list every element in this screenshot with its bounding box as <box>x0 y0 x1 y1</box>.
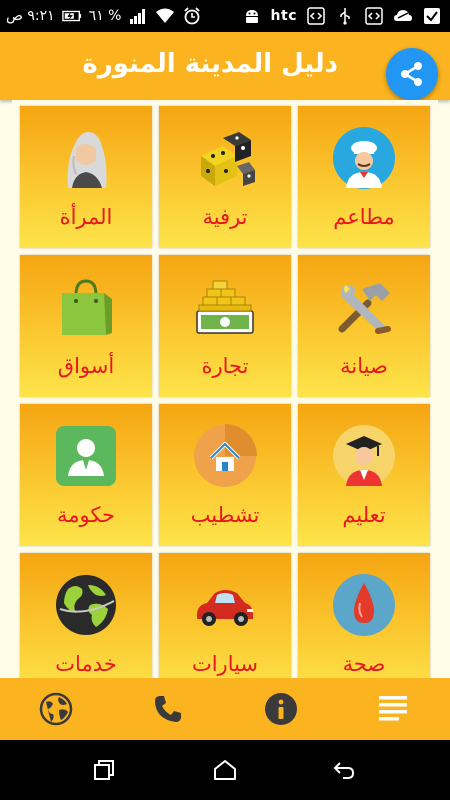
tile-label: خدمات <box>55 652 117 676</box>
tile-commerce[interactable]: تجارة <box>159 255 291 397</box>
tile-label: المرأة <box>59 205 113 229</box>
info-icon <box>265 693 297 725</box>
recent-apps-button[interactable] <box>74 740 134 800</box>
menu-icon <box>379 696 407 721</box>
share-button[interactable] <box>386 48 438 100</box>
car-icon <box>193 573 257 637</box>
tools-icon <box>332 275 396 339</box>
tile-entertainment[interactable]: ترفية <box>159 106 291 248</box>
home-icon <box>214 760 236 780</box>
category-grid: مطاعم ترفية المرأة صيانة تجارة أسواق تعل… <box>12 100 438 695</box>
tile-markets[interactable]: أسواق <box>20 255 152 397</box>
carrier-label: htc <box>270 8 297 24</box>
status-right: htc <box>242 0 442 32</box>
signal-icon <box>128 6 148 26</box>
battery-percent: ٦١ % <box>88 8 122 24</box>
woman-icon <box>54 126 118 190</box>
back-icon <box>333 762 355 779</box>
tile-women[interactable]: المرأة <box>20 106 152 248</box>
globe-icon <box>39 692 73 726</box>
usb-icon <box>335 6 355 26</box>
recent-apps-icon <box>94 760 114 780</box>
tile-label: صحة <box>342 652 386 676</box>
home-icon <box>193 424 257 488</box>
tile-label: تعليم <box>342 503 386 527</box>
globe-icon <box>54 573 118 637</box>
tile-restaurants[interactable]: مطاعم <box>298 106 430 248</box>
tile-cars[interactable]: سيارات <box>159 553 291 695</box>
android-icon <box>242 6 262 26</box>
check-icon <box>422 6 442 26</box>
page-title: دليل المدينة المنورة <box>82 49 338 79</box>
blood-drop-icon <box>332 573 396 637</box>
bottom-bar <box>0 678 450 740</box>
tile-label: حكومة <box>57 503 115 527</box>
code-icon <box>306 6 326 26</box>
tile-label: سيارات <box>191 652 259 676</box>
tile-label: صيانة <box>340 354 388 378</box>
tile-label: مطاعم <box>333 205 395 229</box>
info-button[interactable] <box>246 678 316 740</box>
tile-label: أسواق <box>57 354 115 378</box>
tile-finishing[interactable]: تشطيب <box>159 404 291 546</box>
system-nav-bar <box>0 740 450 800</box>
chef-icon <box>332 126 396 190</box>
home-nav-button[interactable] <box>195 740 255 800</box>
back-button[interactable] <box>314 740 374 800</box>
tile-label: تشطيب <box>190 503 260 527</box>
money-icon <box>193 275 257 339</box>
status-bar: ٩:٢١ ص ٦١ % htc <box>0 0 450 32</box>
tile-education[interactable]: تعليم <box>298 404 430 546</box>
status-left: ٩:٢١ ص ٦١ % <box>6 0 202 32</box>
graduate-icon <box>332 424 396 488</box>
cloud-icon <box>393 6 413 26</box>
tile-label: ترفية <box>202 205 248 229</box>
share-icon <box>401 62 422 86</box>
tile-health[interactable]: صحة <box>298 553 430 695</box>
phone-icon <box>155 696 181 722</box>
tile-label: تجارة <box>201 354 249 378</box>
government-icon <box>54 424 118 488</box>
phone-button[interactable] <box>133 678 203 740</box>
shopping-bag-icon <box>54 275 118 339</box>
app-bar: دليل المدينة المنورة <box>0 32 450 100</box>
menu-button[interactable] <box>358 678 428 740</box>
clock: ٩:٢١ ص <box>6 8 55 24</box>
code-icon-2 <box>364 6 384 26</box>
tile-services[interactable]: خدمات <box>20 553 152 695</box>
wifi-icon <box>155 6 175 26</box>
battery-icon <box>61 6 82 26</box>
globe-button[interactable] <box>21 678 91 740</box>
dice-icon <box>193 126 257 190</box>
tile-maintenance[interactable]: صيانة <box>298 255 430 397</box>
alarm-icon <box>182 6 202 26</box>
tile-government[interactable]: حكومة <box>20 404 152 546</box>
